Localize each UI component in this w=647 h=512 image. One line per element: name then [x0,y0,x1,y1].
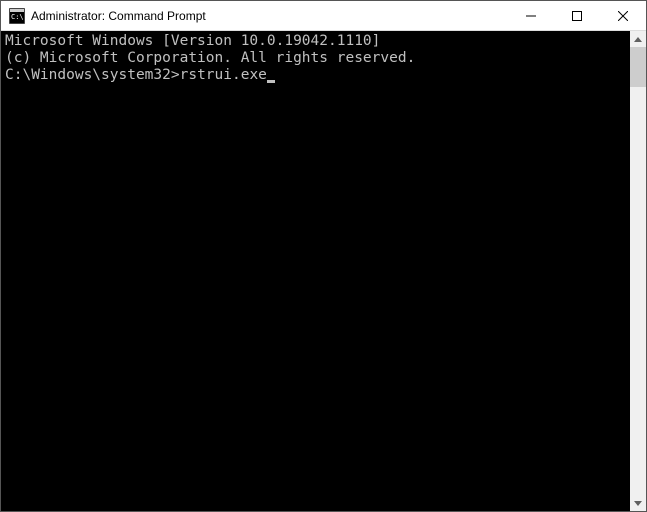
content-area: Microsoft Windows [Version 10.0.19042.11… [1,31,646,511]
vertical-scrollbar[interactable] [630,31,646,511]
typed-command: rstrui.exe [180,67,267,84]
cmd-icon: C:\ [9,8,25,24]
prompt-path: C:\Windows\system32> [5,67,180,84]
command-prompt-window: C:\ Administrator: Command Prompt Micros… [0,0,647,512]
copyright-line: (c) Microsoft Corporation. All rights re… [5,50,626,67]
close-button[interactable] [600,1,646,30]
version-line: Microsoft Windows [Version 10.0.19042.11… [5,33,626,50]
maximize-button[interactable] [554,1,600,30]
window-title: Administrator: Command Prompt [31,9,508,23]
terminal-output[interactable]: Microsoft Windows [Version 10.0.19042.11… [1,31,630,511]
scroll-down-arrow-icon[interactable] [630,495,646,511]
svg-text:C:\: C:\ [11,13,24,21]
window-controls [508,1,646,30]
scroll-thumb[interactable] [630,47,646,87]
scroll-up-arrow-icon[interactable] [630,31,646,47]
minimize-button[interactable] [508,1,554,30]
prompt-line: C:\Windows\system32>rstrui.exe [5,67,626,84]
cursor [267,80,275,83]
titlebar[interactable]: C:\ Administrator: Command Prompt [1,1,646,31]
